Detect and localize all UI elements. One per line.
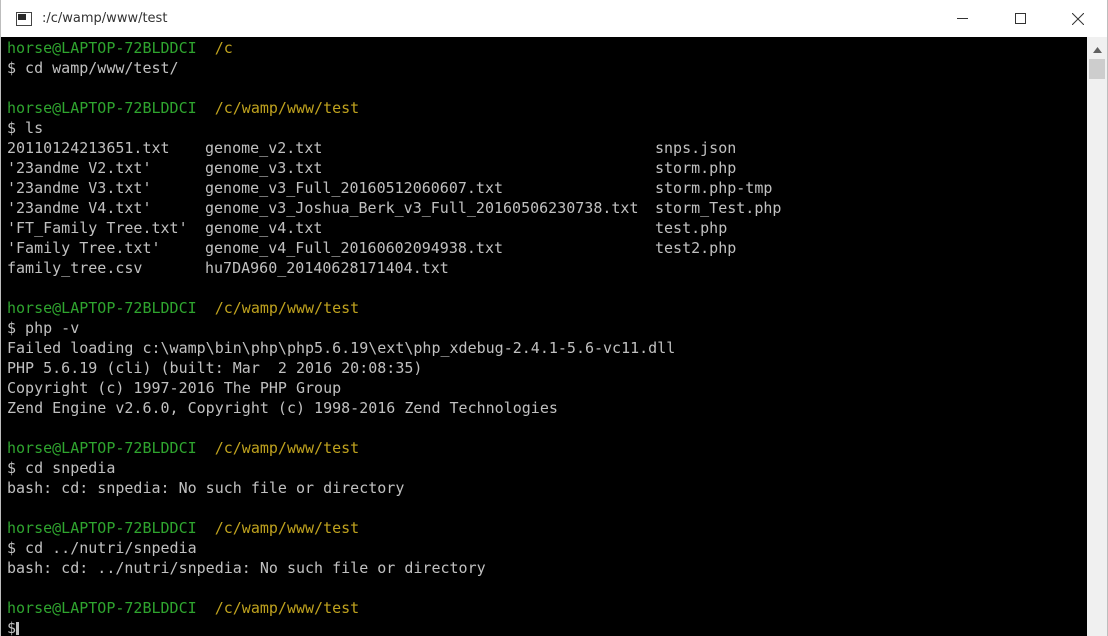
file-name: family_tree.csv bbox=[7, 259, 143, 277]
prompt-user-host: horse@LAPTOP-72BLDDCI bbox=[7, 299, 197, 317]
prompt-line: horse@LAPTOP-72BLDDCI /c/wamp/www/test bbox=[7, 598, 1085, 618]
prompt-user-host: horse@LAPTOP-72BLDDCI bbox=[7, 99, 197, 117]
output-line: Failed loading c:\wamp\bin\php\php5.6.19… bbox=[7, 339, 676, 357]
file-name: genome_v4.txt bbox=[205, 219, 323, 237]
text-cursor bbox=[16, 622, 20, 635]
output-line: bash: cd: ../nutri/snpedia: No such file… bbox=[7, 559, 486, 577]
command-line: $ ls bbox=[7, 119, 44, 137]
file-name: storm_Test.php bbox=[655, 199, 782, 217]
prompt-user-host: horse@LAPTOP-72BLDDCI bbox=[7, 439, 197, 457]
file-name: '23andme V2.txt' bbox=[7, 159, 152, 177]
prompt-line: horse@LAPTOP-72BLDDCI /c bbox=[7, 38, 1085, 58]
prompt-path: /c/wamp/www/test bbox=[214, 99, 360, 117]
output-line: Copyright (c) 1997-2016 The PHP Group bbox=[7, 379, 342, 397]
prompt-path: /c/wamp/www/test bbox=[214, 599, 360, 617]
window-controls bbox=[933, 0, 1107, 37]
file-name: snps.json bbox=[655, 139, 737, 157]
ls-output-row: '23andme V4.txt' genome_v3_Joshua_Berk_v3… bbox=[7, 198, 1085, 218]
window-title: :/c/wamp/www/test bbox=[42, 11, 168, 26]
command-line: $ cd wamp/www/test/ bbox=[7, 59, 179, 77]
file-name: genome_v3_Joshua_Berk_v3_Full_2016050623… bbox=[205, 199, 639, 217]
prompt-user-host: horse@LAPTOP-72BLDDCI bbox=[7, 599, 197, 617]
close-icon bbox=[1072, 12, 1084, 25]
terminal-window: :/c/wamp/www/test horse@LAPTOP-72BLDDCI … bbox=[0, 0, 1108, 636]
prompt-user-host: horse@LAPTOP-72BLDDCI bbox=[7, 39, 197, 57]
prompt-symbol: $ bbox=[7, 619, 17, 636]
command-line: $ php -v bbox=[7, 319, 80, 337]
file-name: test2.php bbox=[655, 239, 737, 257]
file-name: genome_v3.txt bbox=[205, 159, 323, 177]
file-name: test.php bbox=[655, 219, 728, 237]
scroll-up-button[interactable] bbox=[1087, 37, 1107, 57]
maximize-button[interactable] bbox=[991, 0, 1049, 37]
prompt-path: /c/wamp/www/test bbox=[214, 519, 360, 537]
file-name: genome_v2.txt bbox=[205, 139, 323, 157]
file-name: 'FT_Family Tree.txt' bbox=[7, 219, 188, 237]
output-line: bash: cd: snpedia: No such file or direc… bbox=[7, 479, 405, 497]
minimize-button[interactable] bbox=[933, 0, 991, 37]
maximize-icon bbox=[1014, 13, 1026, 24]
scroll-thumb[interactable] bbox=[1089, 59, 1105, 79]
prompt-line: horse@LAPTOP-72BLDDCI /c/wamp/www/test bbox=[7, 298, 1085, 318]
ls-output-row: '23andme V2.txt' genome_v3.txt storm.php bbox=[7, 158, 1085, 178]
close-button[interactable] bbox=[1049, 0, 1107, 37]
file-name: 'Family Tree.txt' bbox=[7, 239, 161, 257]
terminal-output[interactable]: horse@LAPTOP-72BLDDCI /c $ cd wamp/www/te… bbox=[7, 38, 1085, 636]
prompt-line: horse@LAPTOP-72BLDDCI /c/wamp/www/test bbox=[7, 98, 1085, 118]
file-name: '23andme V3.txt' bbox=[7, 179, 152, 197]
title-bar[interactable]: :/c/wamp/www/test bbox=[1, 0, 1107, 37]
ls-output-row: family_tree.csv hu7DA960_20140628171404.t… bbox=[7, 258, 1085, 278]
output-line: PHP 5.6.19 (cli) (built: Mar 2 2016 20:0… bbox=[7, 359, 423, 377]
ls-output-row: 20110124213651.txt genome_v2.txt snps.json bbox=[7, 138, 1085, 158]
file-name: genome_v3_Full_20160512060607.txt bbox=[205, 179, 504, 197]
prompt-line: horse@LAPTOP-72BLDDCI /c/wamp/www/test bbox=[7, 518, 1085, 538]
file-name: hu7DA960_20140628171404.txt bbox=[205, 259, 449, 277]
prompt-user-host: horse@LAPTOP-72BLDDCI bbox=[7, 519, 197, 537]
ls-output-row: '23andme V3.txt' genome_v3_Full_201605120… bbox=[7, 178, 1085, 198]
terminal-app-icon[interactable] bbox=[16, 11, 32, 26]
command-line: $ cd ../nutri/snpedia bbox=[7, 539, 197, 557]
file-name: '23andme V4.txt' bbox=[7, 199, 152, 217]
input-line[interactable]: $ bbox=[7, 618, 1085, 636]
prompt-path: /c/wamp/www/test bbox=[214, 439, 360, 457]
minimize-icon bbox=[956, 13, 968, 24]
prompt-line: horse@LAPTOP-72BLDDCI /c/wamp/www/test bbox=[7, 438, 1085, 458]
scroll-up-arrow-icon bbox=[1092, 38, 1102, 57]
file-name: 20110124213651.txt bbox=[7, 139, 170, 157]
vertical-scrollbar[interactable] bbox=[1087, 37, 1107, 636]
file-name bbox=[655, 258, 855, 278]
command-line: $ cd snpedia bbox=[7, 459, 116, 477]
output-line: Zend Engine v2.6.0, Copyright (c) 1998-2… bbox=[7, 399, 558, 417]
file-name: storm.php bbox=[655, 159, 737, 177]
ls-output-row: 'Family Tree.txt' genome_v4_Full_20160602… bbox=[7, 238, 1085, 258]
prompt-path: /c/wamp/www/test bbox=[214, 299, 360, 317]
file-name: storm.php-tmp bbox=[655, 179, 773, 197]
file-name: genome_v4_Full_20160602094938.txt bbox=[205, 239, 504, 257]
prompt-path: /c bbox=[214, 39, 233, 57]
ls-output-row: 'FT_Family Tree.txt' genome_v4.txt test.ph… bbox=[7, 218, 1085, 238]
